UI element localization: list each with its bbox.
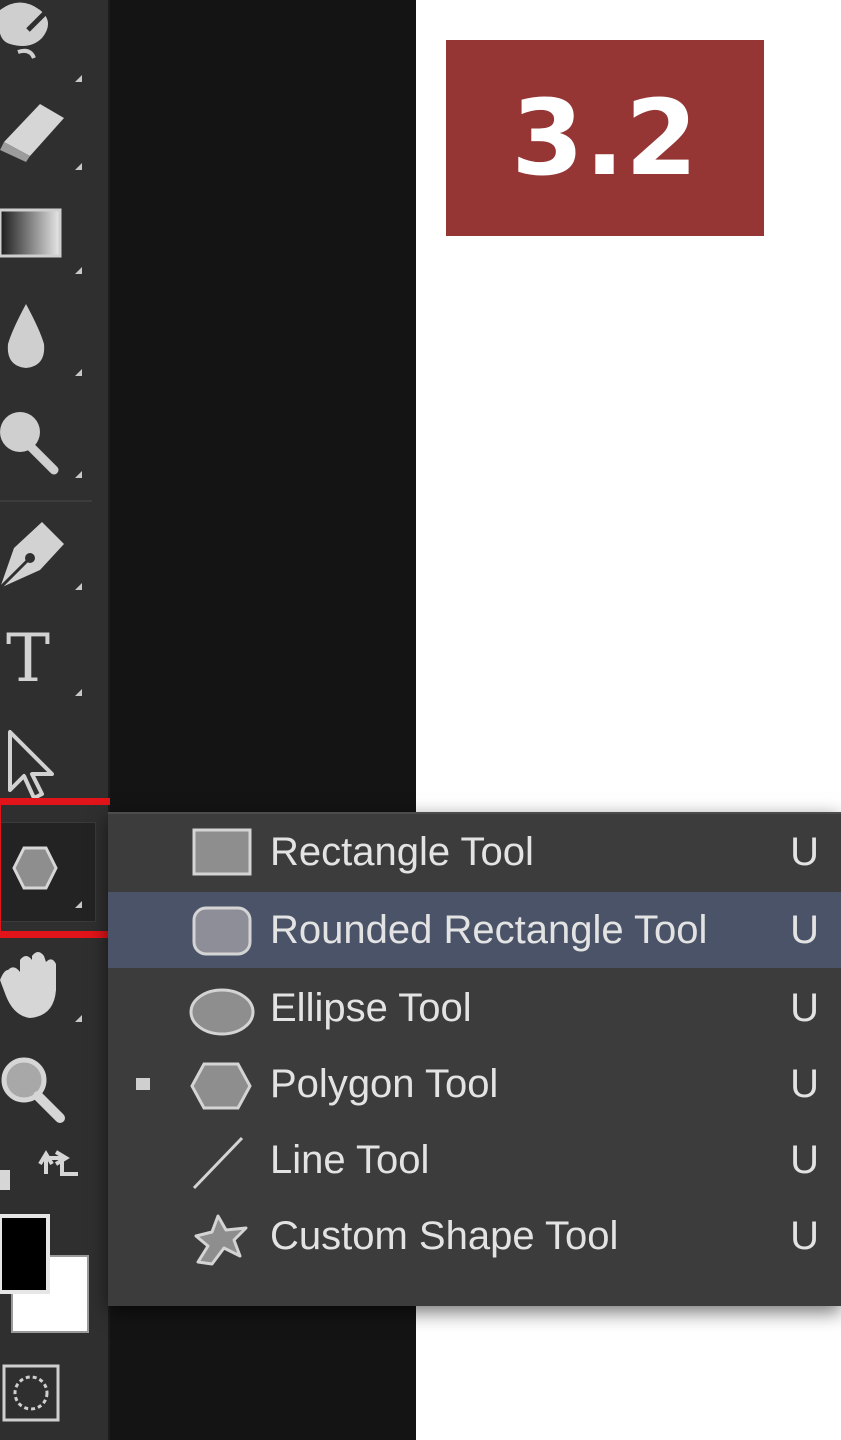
gradient-tool[interactable] bbox=[0, 192, 90, 282]
menu-item-ellipse-tool[interactable]: Ellipse Tool U bbox=[108, 970, 841, 1046]
swap-colors-control[interactable] bbox=[0, 1140, 90, 1200]
menu-item-shortcut: U bbox=[790, 830, 819, 874]
eraser-tool[interactable] bbox=[0, 88, 90, 178]
menu-item-label: Line Tool bbox=[270, 1138, 430, 1182]
menu-item-rounded-rectangle-tool[interactable]: Rounded Rectangle Tool U bbox=[108, 892, 841, 968]
tool-group-indicator bbox=[75, 1015, 82, 1022]
path-selection-tool[interactable] bbox=[0, 718, 90, 808]
menu-item-shortcut: U bbox=[790, 986, 819, 1030]
shape-tool-flyout-menu: Rectangle Tool U Rounded Rectangle Tool … bbox=[108, 812, 841, 1306]
pen-tool[interactable] bbox=[0, 508, 90, 598]
rectangle-icon bbox=[188, 822, 258, 882]
tool-group-indicator bbox=[75, 163, 82, 170]
menu-item-shortcut: U bbox=[790, 908, 819, 952]
step-number: 3.2 bbox=[511, 77, 699, 199]
tool-group-indicator bbox=[75, 369, 82, 376]
type-icon: T bbox=[6, 620, 51, 697]
menu-item-shortcut: U bbox=[790, 1062, 819, 1106]
toolbar-separator bbox=[0, 500, 92, 502]
quick-mask-button[interactable] bbox=[0, 1360, 90, 1430]
blur-tool[interactable] bbox=[0, 294, 90, 384]
step-badge: 3.2 bbox=[446, 40, 764, 236]
color-swatches[interactable] bbox=[0, 1212, 90, 1336]
hand-tool[interactable] bbox=[0, 940, 90, 1030]
dodge-tool[interactable] bbox=[0, 396, 90, 486]
menu-item-label: Custom Shape Tool bbox=[270, 1214, 619, 1258]
menu-item-line-tool[interactable]: Line Tool U bbox=[108, 1122, 841, 1198]
line-icon bbox=[188, 1130, 258, 1190]
menu-item-label: Rounded Rectangle Tool bbox=[270, 908, 708, 952]
tool-group-indicator bbox=[75, 267, 82, 274]
current-tool-bullet bbox=[136, 1078, 150, 1090]
tool-group-indicator bbox=[75, 583, 82, 590]
type-tool[interactable]: T bbox=[0, 614, 90, 704]
menu-item-shortcut: U bbox=[790, 1214, 819, 1258]
zoom-tool[interactable] bbox=[0, 1044, 90, 1134]
ellipse-icon bbox=[188, 978, 258, 1038]
tools-panel: T bbox=[0, 0, 118, 1440]
brush-tool[interactable] bbox=[0, 0, 90, 90]
tool-group-indicator bbox=[75, 471, 82, 478]
tool-group-indicator bbox=[75, 75, 82, 82]
custom-shape-icon bbox=[188, 1206, 258, 1266]
menu-item-label: Rectangle Tool bbox=[270, 830, 534, 874]
menu-item-rectangle-tool[interactable]: Rectangle Tool U bbox=[108, 814, 841, 890]
menu-item-polygon-tool[interactable]: Polygon Tool U bbox=[108, 1046, 841, 1122]
menu-item-custom-shape-tool[interactable]: Custom Shape Tool U bbox=[108, 1198, 841, 1274]
polygon-icon bbox=[188, 1054, 258, 1114]
tool-group-indicator bbox=[75, 689, 82, 696]
rounded-rectangle-icon bbox=[188, 900, 258, 960]
menu-item-label: Ellipse Tool bbox=[270, 986, 472, 1030]
menu-item-label: Polygon Tool bbox=[270, 1062, 499, 1106]
shape-tool-highlight-box bbox=[0, 798, 118, 938]
menu-item-shortcut: U bbox=[790, 1138, 819, 1182]
